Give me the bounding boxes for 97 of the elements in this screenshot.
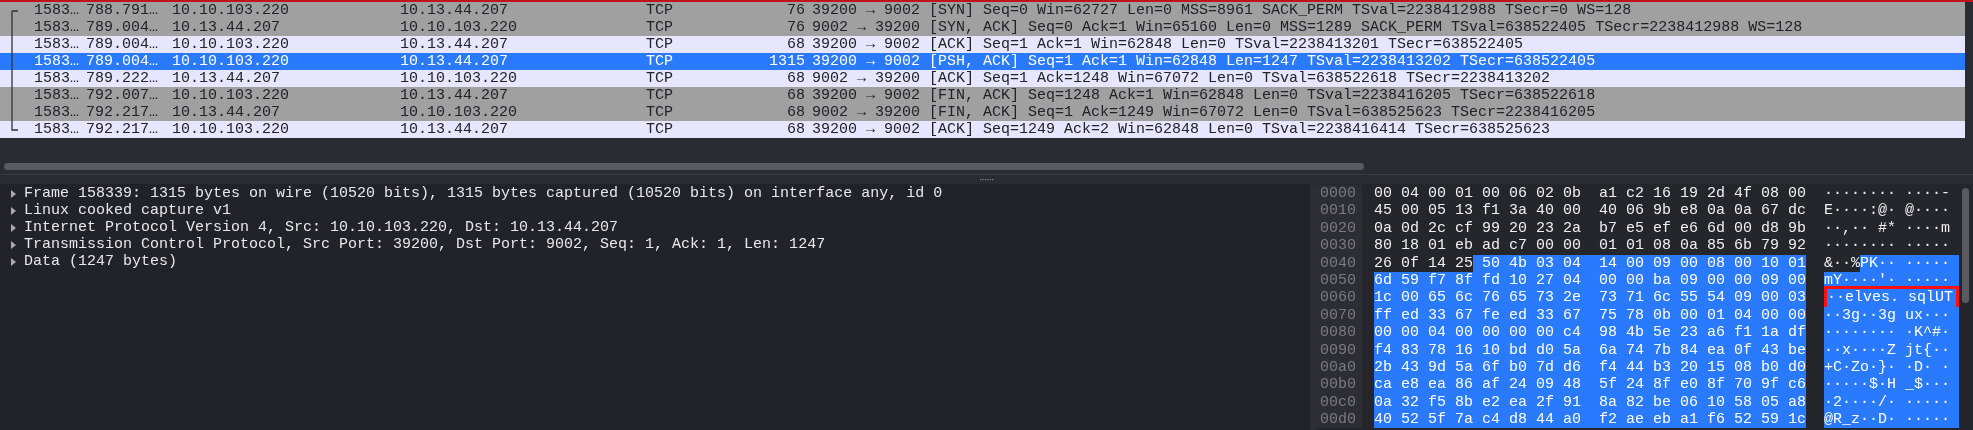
ascii-text-highlighted: ········ ·K^#· xyxy=(1824,324,1959,342)
hex-bytes: 0a 0d 2c cf 99 20 23 2a b7 e5 ef e6 6d 00 d8 9b xyxy=(1374,219,1807,238)
destination-address: 10.10.103.220 xyxy=(400,19,519,36)
ascii-text: ········ ····- xyxy=(1824,185,1951,203)
packet-time: 789.004… xyxy=(86,19,159,36)
source-address: 10.10.103.220 xyxy=(172,87,291,104)
packet-number: 1583… xyxy=(34,36,80,53)
hex-bytes-highlighted: 00 00 04 00 00 00 00 c4 98 4b 5e 23 a6 f1 1a df xyxy=(1374,324,1807,342)
byte-offset: 0010 xyxy=(1316,202,1362,220)
byte-offset: 0030 xyxy=(1316,237,1362,255)
protocol-name: TCP xyxy=(646,2,674,19)
source-address: 10.10.103.220 xyxy=(172,2,291,19)
packet-length: 1315 xyxy=(768,53,805,70)
byte-offset: 00b0 xyxy=(1316,376,1362,394)
packet-length: 68 xyxy=(786,70,805,87)
packet-time: 792.007… xyxy=(86,87,159,104)
hex-bytes: 80 18 01 eb ad c7 00 00 01 01 08 0a 85 6b 79 92 xyxy=(1374,237,1807,255)
ascii-text: E····:@· @···· xyxy=(1824,202,1951,220)
packet-time: 792.217… xyxy=(86,121,159,138)
packet-info: 9002 → 39200 [FIN, ACK] Seq=1 Ack=1249 Win=67072 Len=0 TSval=638525623 TSecr=2238416205 xyxy=(811,104,1597,121)
hex-bytes-highlighted: 40 52 5f 7a c4 d8 44 a0 f2 ae eb a1 f6 52 59 1c xyxy=(1374,411,1807,429)
byte-offset: 00d0 xyxy=(1316,411,1362,429)
packet-time: 788.791… xyxy=(86,2,159,19)
protocol-name: TCP xyxy=(646,53,674,70)
packet-time: 789.004… xyxy=(86,36,159,53)
packet-row[interactable]: 1583… 792.217… 10.13.44.207 10.10.103.220 TCP 68 9002 → 39200 [FIN, ACK] Seq=1 Ack=1249 Win=67072 Len=0 TSval=638525623 TSecr=2238416205 xyxy=(0,104,1965,121)
packet-number: 1583… xyxy=(34,121,80,138)
ascii-text-highlighted: ··elves. sqlUT xyxy=(1824,286,1959,310)
packet-row[interactable]: 1583… 789.004… 10.13.44.207 10.10.103.220 TCP 76 9002 → 39200 [SYN, ACK] Seq=0 Ack=1 Win=65160 Len=0 MSS=1289 SACK_PERM TSval=638522405 TSecr=2238412988 WS=128 xyxy=(0,19,1965,36)
destination-address: 10.13.44.207 xyxy=(400,121,510,138)
packet-info: 39200 → 9002 [FIN, ACK] Seq=1248 Ack=1 Win=62848 Len=0 TSval=2238416205 TSecr=638522618 xyxy=(811,87,1597,104)
packet-time: 789.004… xyxy=(86,53,159,70)
hex-bytes: 00 04 00 01 00 06 02 0b a1 c2 16 19 2d 4f 08 00 xyxy=(1374,185,1807,203)
packet-number: 1583… xyxy=(34,19,80,36)
detail-item[interactable]: Internet Protocol Version 4, Src: 10.10.103.220, Dst: 10.13.44.207 xyxy=(24,219,619,236)
packet-info: 39200 → 9002 [PSH, ACK] Seq=1 Ack=1 Win=62848 Len=1247 TSval=2238413202 TSecr=638522405 xyxy=(811,53,1597,70)
protocol-name: TCP xyxy=(646,121,674,138)
packet-info: 9002 → 39200 [ACK] Seq=1 Ack=1248 Win=67072 Len=0 TSval=638522618 TSecr=2238413202 xyxy=(811,70,1552,87)
hex-bytes: 45 00 05 13 f1 3a 40 00 40 06 9b e8 0a 0a 67 dc xyxy=(1374,202,1807,220)
packet-row[interactable]: 1583… 792.007… 10.10.103.220 10.13.44.207 TCP 68 39200 → 9002 [FIN, ACK] Seq=1248 Ack=1 Win=62848 Len=0 TSval=2238416205 TSecr=638522618 xyxy=(0,87,1965,104)
packet-info: 39200 → 9002 [SYN] Seq=0 Win=62727 Len=0 MSS=8961 SACK_PERM TSval=2238412988 TSecr=0 WS=128 xyxy=(811,2,1633,19)
byte-offset: 0000 xyxy=(1316,185,1362,203)
protocol-name: TCP xyxy=(646,104,674,121)
detail-item[interactable]: Data (1247 bytes) xyxy=(24,253,178,270)
packet-time: 792.217… xyxy=(86,104,159,121)
packet-length: 76 xyxy=(786,19,805,36)
packet-number: 1583… xyxy=(34,2,80,19)
protocol-name: TCP xyxy=(646,19,674,36)
source-address: 10.10.103.220 xyxy=(172,53,291,70)
source-address: 10.13.44.207 xyxy=(172,104,282,121)
detail-item[interactable]: Transmission Control Protocol, Src Port: 39200, Dst Port: 9002, Seq: 1, Ack: 1, Len: 1247 xyxy=(24,236,826,253)
packet-row[interactable]: 1583… 788.791… 10.10.103.220 10.13.44.207 TCP 76 39200 → 9002 [SYN] Seq=0 Win=62727 Len=0 MSS=8961 SACK_PERM TSval=2238412988 TSecr=0 WS=128 xyxy=(0,2,1965,19)
packet-length: 68 xyxy=(786,121,805,138)
hex-bytes-highlighted: ca e8 ea 86 af 24 09 48 5f 24 8f e0 8f 70 9f c6 xyxy=(1374,376,1807,394)
hex-bytes-highlighted: 1c 00 65 6c 76 65 73 2e 73 71 6c 55 54 09 00 03 xyxy=(1374,289,1807,307)
destination-address: 10.13.44.207 xyxy=(400,2,510,19)
destination-address: 10.13.44.207 xyxy=(400,87,510,104)
packet-length: 68 xyxy=(786,36,805,53)
destination-address: 10.13.44.207 xyxy=(400,36,510,53)
source-address: 10.10.103.220 xyxy=(172,36,291,53)
ascii-text: ········ ····· xyxy=(1824,237,1951,255)
packet-row[interactable]: 1583… 789.222… 10.13.44.207 10.10.103.220 TCP 68 9002 → 39200 [ACK] Seq=1 Ack=1248 Win=67072 Len=0 TSval=638522618 TSecr=2238413202 xyxy=(0,70,1965,87)
byte-offset: 0080 xyxy=(1316,324,1362,342)
packet-info: 39200 → 9002 [ACK] Seq=1249 Ack=2 Win=62848 Len=0 TSval=2238416414 TSecr=638525623 xyxy=(811,121,1552,138)
hex-bytes: 26 0f 14 25 xyxy=(1374,254,1474,272)
detail-item[interactable]: Linux cooked capture v1 xyxy=(24,202,232,219)
source-address: 10.10.103.220 xyxy=(172,121,291,138)
source-address: 10.13.44.207 xyxy=(172,70,282,87)
ascii-text-highlighted: PK·· ····· xyxy=(1860,254,1959,272)
packet-number: 1583… xyxy=(34,70,80,87)
byte-offset: 0060 xyxy=(1316,289,1362,307)
hex-bytes-highlighted: 50 4b 03 04 14 00 09 00 08 00 10 01 xyxy=(1473,254,1807,272)
ascii-text: ··,·· #* ····m xyxy=(1824,219,1951,238)
packet-number: 1583… xyxy=(34,87,80,104)
source-address: 10.13.44.207 xyxy=(172,19,282,36)
packet-length: 68 xyxy=(786,104,805,121)
destination-address: 10.10.103.220 xyxy=(400,70,519,87)
packet-number: 1583… xyxy=(34,53,80,70)
packet-length: 76 xyxy=(786,2,805,19)
destination-address: 10.10.103.220 xyxy=(400,104,519,121)
packet-row[interactable]: 1583… 789.004… 10.10.103.220 10.13.44.207 TCP 1315 39200 → 9002 [PSH, ACK] Seq=1 Ack=1 Win=62848 Len=1247 TSval=2238413202 TSecr=638522405 xyxy=(0,53,1965,70)
packet-number: 1583… xyxy=(34,104,80,121)
packet-info: 39200 → 9002 [ACK] Seq=1 Ack=1 Win=62848 Len=0 TSval=2238413201 TSecr=638522405 xyxy=(811,36,1525,53)
packet-row[interactable]: 1583… 789.004… 10.10.103.220 10.13.44.207 TCP 68 39200 → 9002 [ACK] Seq=1 Ack=1 Win=62848 Len=0 TSval=2238413201 TSecr=638522405 xyxy=(0,36,1965,53)
packet-length: 68 xyxy=(786,87,805,104)
packet-time: 789.222… xyxy=(86,70,159,87)
destination-address: 10.13.44.207 xyxy=(400,53,510,70)
protocol-name: TCP xyxy=(646,70,674,87)
ascii-text-highlighted: ·····$·H _$··· xyxy=(1824,376,1959,394)
ascii-text: &··% xyxy=(1824,254,1861,272)
protocol-name: TCP xyxy=(646,87,674,104)
packet-row[interactable]: 1583… 792.217… 10.10.103.220 10.13.44.207 TCP 68 39200 → 9002 [ACK] Seq=1249 Ack=2 Win=62848 Len=0 TSval=2238416414 TSecr=638525623 xyxy=(0,121,1965,138)
detail-item[interactable]: Frame 158339: 1315 bytes on wire (10520 bits), 1315 bytes captured (10520 bits) on interface any, id 0 xyxy=(24,185,943,202)
packet-info: 9002 → 39200 [SYN, ACK] Seq=0 Ack=1 Win=65160 Len=0 MSS=1289 SACK_PERM TSval=638522405 TSecr=2238412988 WS=128 xyxy=(811,19,1804,36)
ascii-text-highlighted: @R_z··D· ····· xyxy=(1824,411,1959,429)
hex-bytes-highlighted: 6d 59 f7 8f fd 10 27 04 00 00 ba 09 00 00 09 00 xyxy=(1374,271,1807,290)
protocol-name: TCP xyxy=(646,36,674,53)
